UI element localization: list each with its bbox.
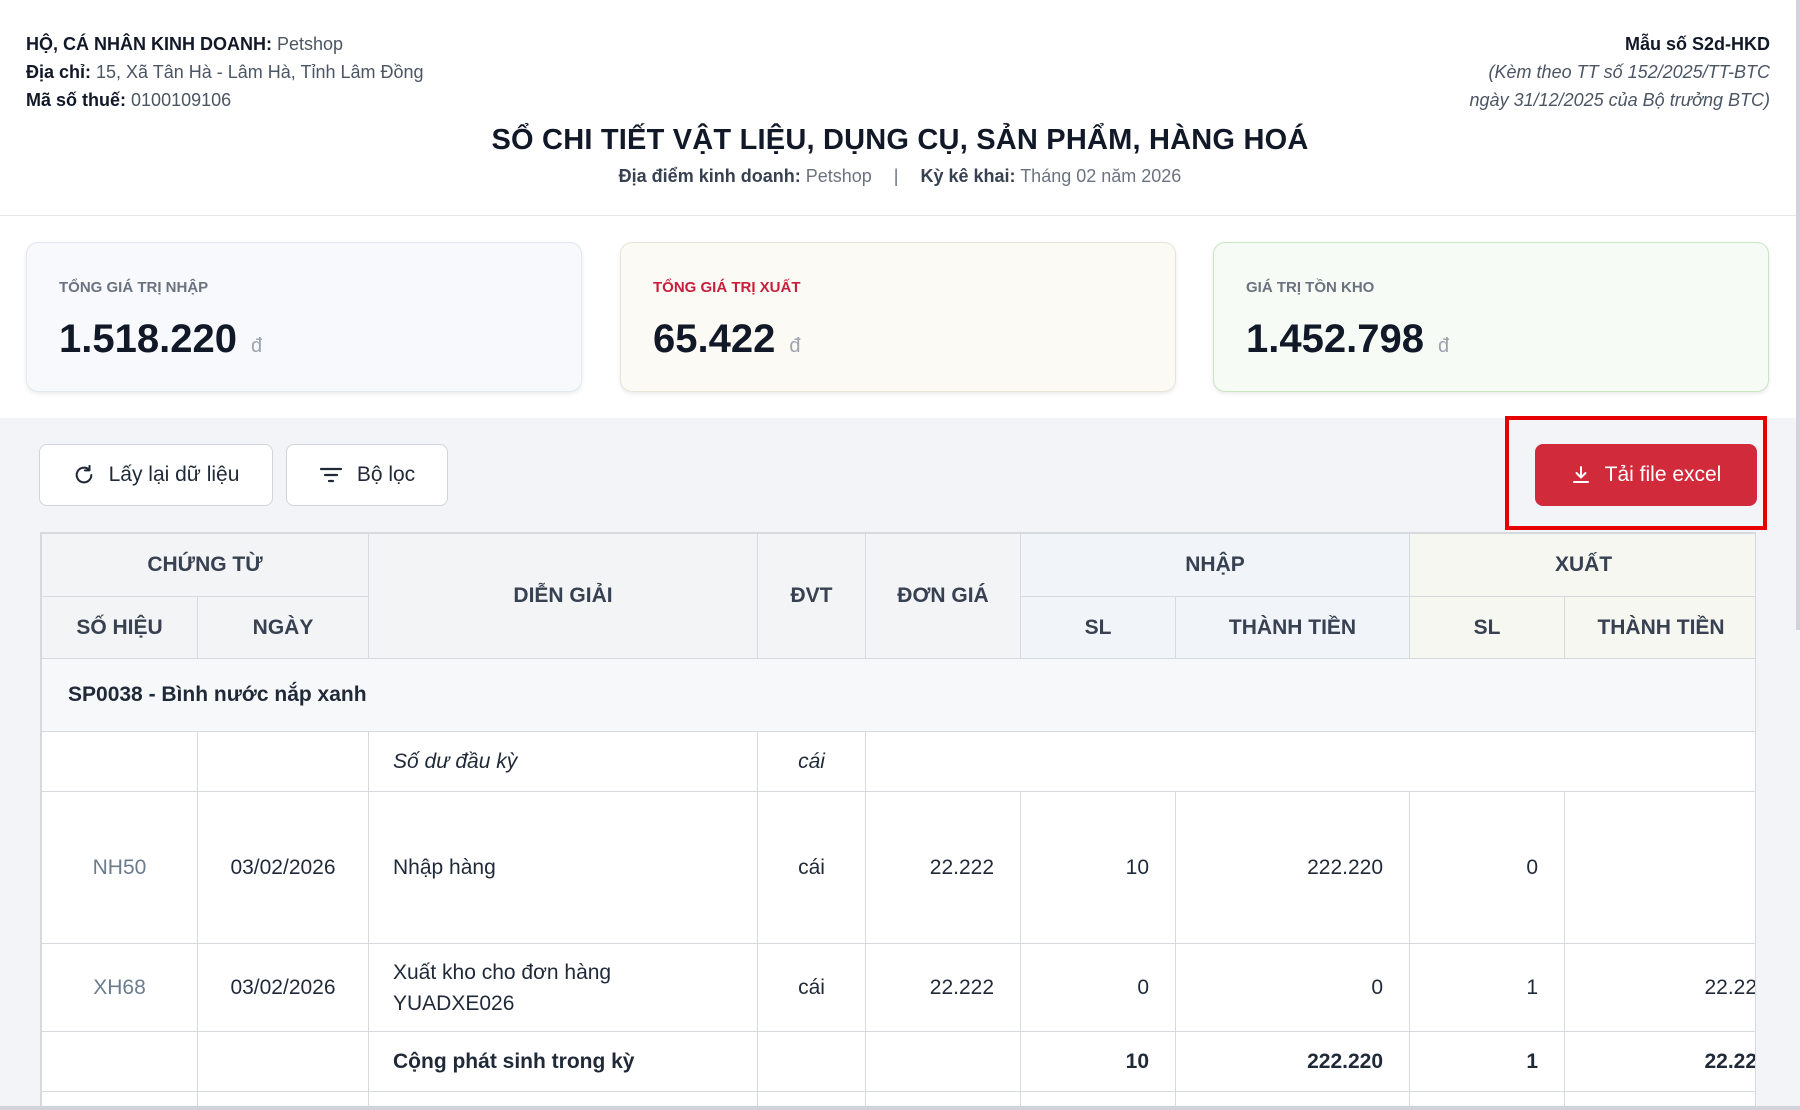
header-export: XUẤT (1409, 533, 1755, 597)
row-export-qty: 1 (1409, 943, 1566, 1032)
row-export-amount: 22.22 (1564, 943, 1755, 1032)
cell-empty (197, 731, 369, 792)
row-export-amount (1564, 791, 1755, 944)
form-note-line-2: ngày 31/12/2025 của Bộ trưởng BTC) (1469, 90, 1770, 110)
header-export-qty: SL (1409, 596, 1566, 659)
total-import-qty: 10 (1020, 1031, 1176, 1092)
header-voucher-date: NGÀY (197, 596, 369, 659)
period-label: Kỳ kê khai: (920, 166, 1016, 186)
filter-button[interactable]: Bộ lọc (286, 444, 448, 506)
location-label: Địa điểm kinh doanh: (618, 166, 801, 186)
filter-label: Bộ lọc (356, 463, 416, 486)
product-group-title: SP0038 - Bình nước nắp xanh (41, 658, 1755, 732)
header-import: NHẬP (1019, 533, 1411, 597)
table-header-row-1: CHỨNG TỪ DIỄN GIẢI ĐVT ĐƠN GIÁ NHẬP XUẤT (41, 533, 1755, 659)
header-description: DIỄN GIẢI (368, 533, 758, 659)
business-info: HỘ, CÁ NHÂN KINH DOANH: Petshop Địa chỉ:… (26, 30, 424, 114)
import-total-amount: 1.518.220 (59, 317, 237, 361)
currency-symbol: đ (1437, 335, 1450, 357)
vertical-scrollbar[interactable] (1796, 0, 1800, 630)
page-title: SỔ CHI TIẾT VẬT LIỆU, DỤNG CỤ, SẢN PHẨM,… (491, 124, 1309, 156)
row-description-line-2: YUADXE026 (393, 991, 515, 1015)
period-total-row: Cộng phát sinh trong kỳ 10 222.220 1 22.… (41, 1031, 1755, 1092)
form-note-line-1: (Kèm theo TT số 152/2025/TT-BTC (1488, 62, 1770, 82)
voucher-no-link[interactable]: XH68 (41, 943, 198, 1032)
cell-empty (864, 731, 1755, 792)
row-description: Xuất kho cho đơn hàng YUADXE026 (368, 943, 758, 1032)
opening-unit: cái (757, 731, 866, 792)
header-unit-price: ĐƠN GIÁ (865, 533, 1021, 659)
row-description: Nhập hàng (368, 791, 758, 944)
tax-code-label: Mã số thuế: (26, 90, 127, 110)
table-row[interactable]: NH50 03/02/2026 Nhập hàng cái 22.222 10 … (41, 791, 1755, 944)
cell-empty (41, 731, 198, 792)
business-label: HỘ, CÁ NHÂN KINH DOANH: (26, 34, 272, 54)
row-description-line-1: Xuất kho cho đơn hàng (393, 960, 612, 984)
subtitle-separator: | (893, 166, 899, 186)
cell-empty (865, 1031, 1021, 1092)
header-export-amount: THÀNH TIỀN (1564, 596, 1755, 659)
header-import-amount: THÀNH TIỀN (1174, 596, 1411, 659)
header-unit: ĐVT (757, 533, 866, 659)
export-total-card: TỔNG GIÁ TRỊ XUẤT 65.422 đ (620, 242, 1176, 392)
import-total-value: 1.518.220 đ (59, 317, 262, 362)
import-total-label: TỔNG GIÁ TRỊ NHẬP (59, 279, 209, 296)
ledger-table-grid: CHỨNG TỪ DIỄN GIẢI ĐVT ĐƠN GIÁ NHẬP XUẤT… (41, 533, 1755, 1109)
voucher-no-link[interactable]: NH50 (41, 791, 198, 944)
form-number: Mẫu số S2d-HKD (1624, 34, 1770, 54)
total-description: Cộng phát sinh trong kỳ (368, 1031, 758, 1092)
export-total-label: TỔNG GIÁ TRỊ XUẤT (653, 279, 801, 296)
currency-symbol: đ (789, 335, 801, 357)
filter-icon (319, 467, 342, 483)
total-export-qty: 1 (1409, 1031, 1566, 1092)
ledger-header: HỘ, CÁ NHÂN KINH DOANH: Petshop Địa chỉ:… (0, 0, 1800, 216)
voucher-date: 03/02/2026 (197, 943, 369, 1032)
export-total-amount: 65.422 (653, 317, 776, 361)
page-subtitle: Địa điểm kinh doanh: Petshop | Kỳ kê khai:… (0, 166, 1800, 187)
voucher-date: 03/02/2026 (197, 791, 369, 944)
header-import-qty: SL (1020, 596, 1176, 659)
total-export-amount: 22.22 (1564, 1031, 1755, 1092)
row-unit: cái (757, 791, 866, 944)
header-voucher-no: SỐ HIỆU (41, 596, 198, 659)
row-import-qty: 10 (1020, 791, 1176, 944)
period-value: Tháng 02 năm 2026 (1020, 166, 1182, 186)
stock-value-amount: 1.452.798 (1246, 317, 1424, 361)
address-label: Địa chỉ: (26, 62, 92, 82)
refresh-icon (75, 464, 92, 484)
stock-value-card: GIÁ TRỊ TỒN KHO 1.452.798 đ (1213, 242, 1769, 392)
address-value: 15, Xã Tân Hà - Lâm Hà, Tỉnh Lâm Đồng (96, 62, 424, 82)
cell-empty (41, 1031, 198, 1092)
app-viewport: HỘ, CÁ NHÂN KINH DOANH: Petshop Địa chỉ:… (0, 0, 1800, 1110)
row-import-amount: 222.220 (1174, 791, 1411, 944)
highlight-box (1505, 416, 1767, 530)
reload-data-label: Lấy lại dữ liệu (108, 463, 240, 486)
cell-empty (757, 1031, 866, 1092)
cell-empty (197, 1031, 369, 1092)
row-unit-price: 22.222 (865, 791, 1021, 944)
reload-data-button[interactable]: Lấy lại dữ liệu (39, 444, 273, 506)
tax-code-value: 0100109106 (131, 90, 232, 110)
ledger-table: CHỨNG TỪ DIỄN GIẢI ĐVT ĐƠN GIÁ NHẬP XUẤT… (40, 532, 1756, 1110)
export-total-value: 65.422 đ (653, 317, 800, 362)
business-name: Petshop (277, 34, 344, 54)
table-row[interactable]: XH68 03/02/2026 Xuất kho cho đơn hàng YUA… (41, 943, 1755, 1032)
total-import-amount: 222.220 (1174, 1031, 1411, 1092)
opening-description: Số dư đầu kỳ (368, 731, 758, 792)
stock-value-value: 1.452.798 đ (1246, 317, 1449, 362)
opening-balance-row: Số dư đầu kỳ cái (41, 731, 1755, 792)
header-voucher: CHỨNG TỪ (41, 533, 369, 597)
form-info: Mẫu số S2d-HKD (Kèm theo TT số 152/2025/… (1470, 30, 1770, 114)
row-unit: cái (757, 943, 866, 1032)
currency-symbol: đ (250, 335, 263, 357)
location-value: Petshop (805, 166, 872, 186)
stock-value-label: GIÁ TRỊ TỒN KHO (1246, 279, 1375, 296)
horizontal-scrollbar[interactable] (0, 1106, 1800, 1110)
product-group-row: SP0038 - Bình nước nắp xanh (41, 658, 1755, 732)
row-import-amount: 0 (1174, 943, 1411, 1032)
import-total-card: TỔNG GIÁ TRỊ NHẬP 1.518.220 đ (26, 242, 582, 392)
row-unit-price: 22.222 (865, 943, 1021, 1032)
row-import-qty: 0 (1020, 943, 1176, 1032)
row-export-qty: 0 (1409, 791, 1566, 944)
